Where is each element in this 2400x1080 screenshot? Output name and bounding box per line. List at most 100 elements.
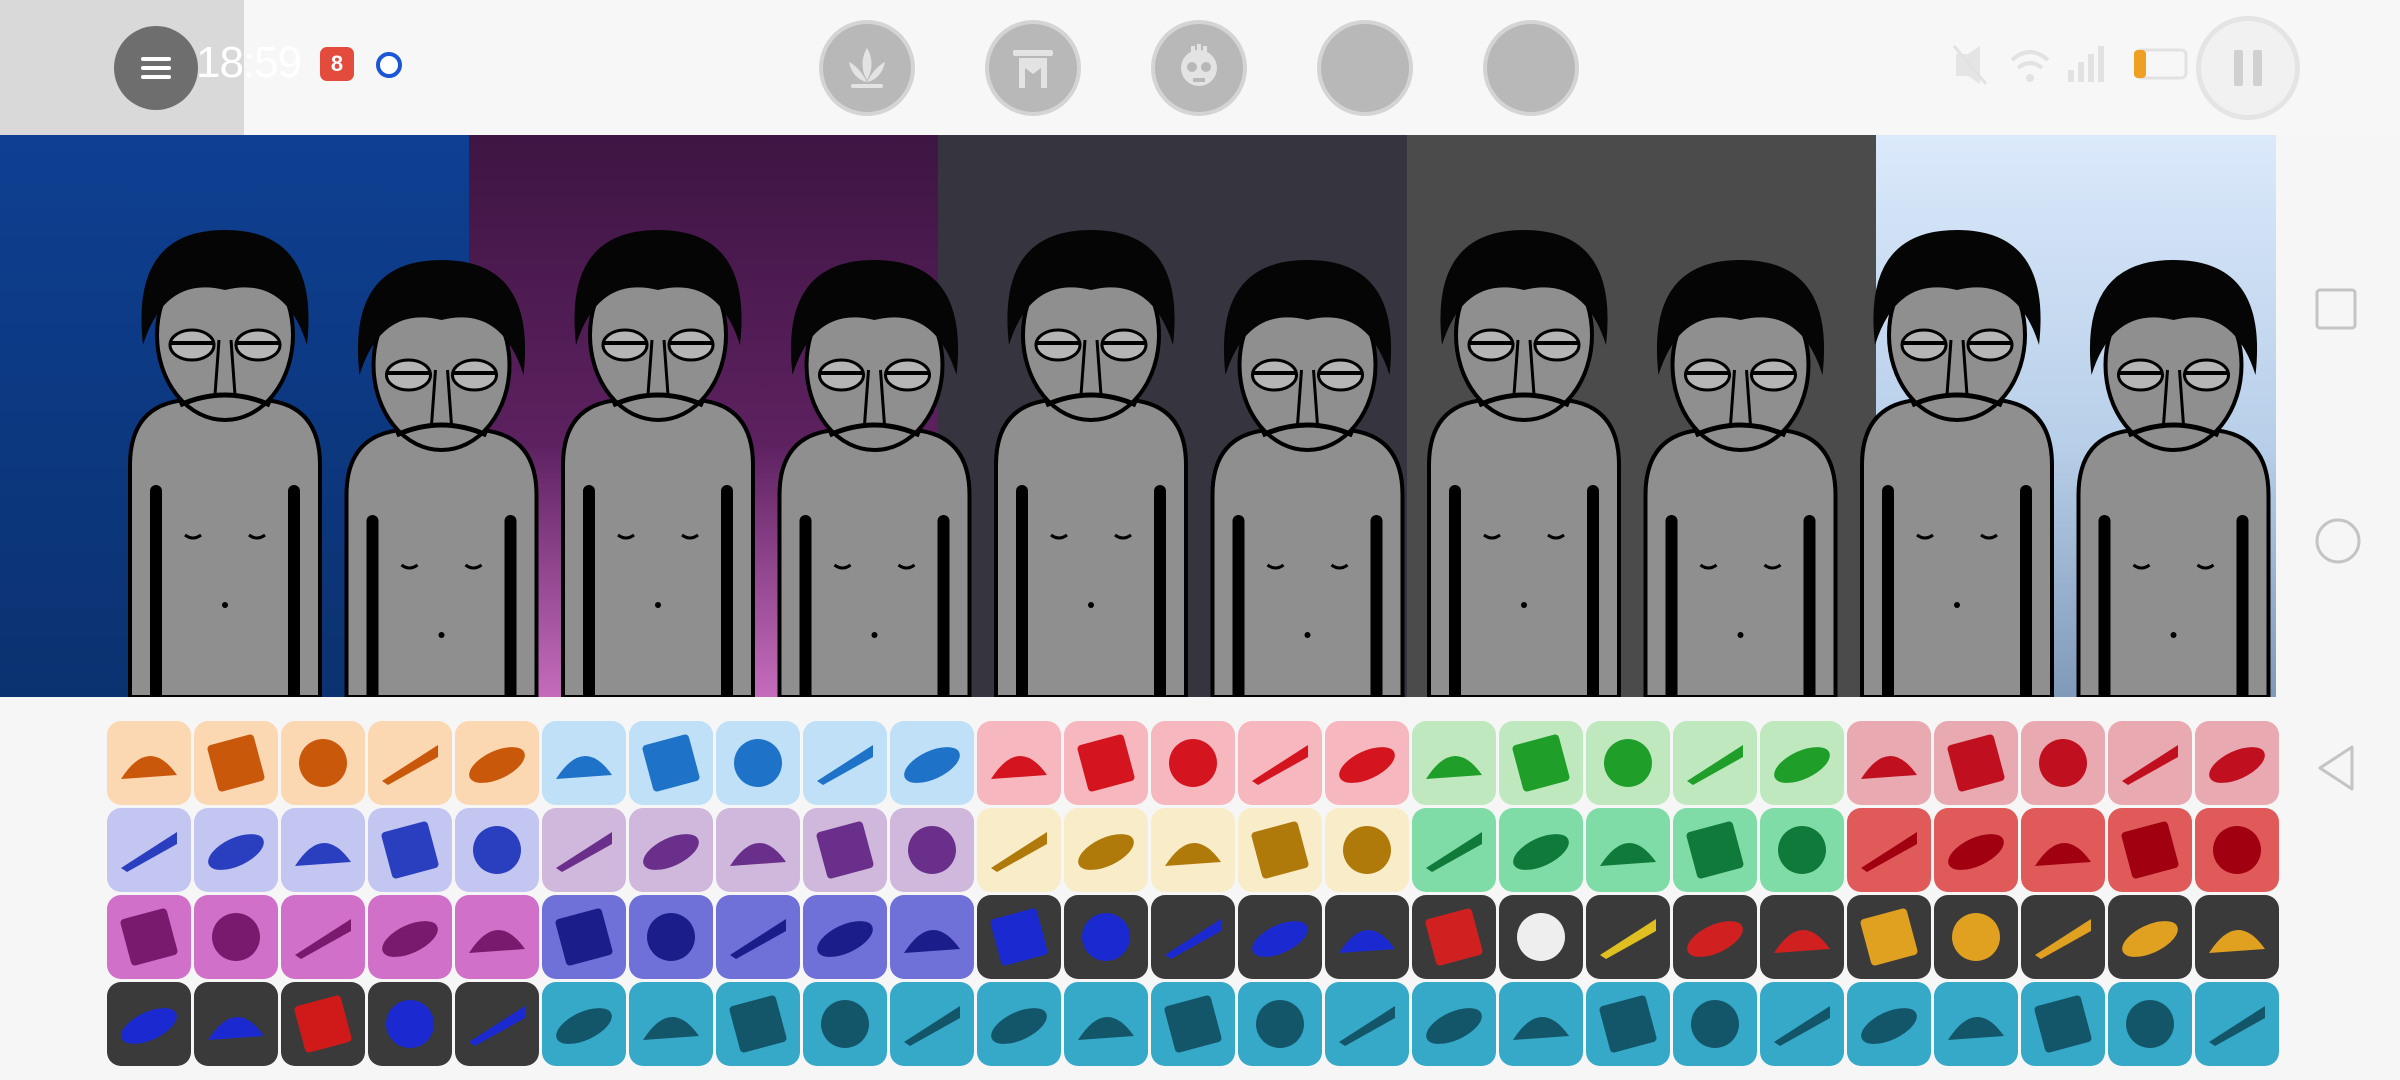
- sound-icon-r4-c22[interactable]: [1934, 982, 2018, 1066]
- sound-icon-r3-c7[interactable]: [629, 895, 713, 979]
- sound-icon-r1-c1[interactable]: [107, 721, 191, 805]
- sound-icon-r1-c8[interactable]: [716, 721, 800, 805]
- sound-icon-r2-c5[interactable]: [455, 808, 539, 892]
- sound-icon-r3-c10[interactable]: [890, 895, 974, 979]
- sound-icon-r2-c18[interactable]: [1586, 808, 1670, 892]
- sound-icon-r4-c14[interactable]: [1238, 982, 1322, 1066]
- sound-icon-r3-c3[interactable]: [281, 895, 365, 979]
- sound-icon-r2-c20[interactable]: [1760, 808, 1844, 892]
- sound-icon-r1-c4[interactable]: [368, 721, 452, 805]
- sound-icon-r3-c24[interactable]: [2108, 895, 2192, 979]
- sound-icon-r2-c6[interactable]: [542, 808, 626, 892]
- sound-icon-r2-c11[interactable]: [977, 808, 1061, 892]
- sound-icon-r4-c12[interactable]: [1064, 982, 1148, 1066]
- temple-mode-button[interactable]: [985, 20, 1081, 116]
- sound-icon-r3-c16[interactable]: [1412, 895, 1496, 979]
- sound-icon-r2-c2[interactable]: [194, 808, 278, 892]
- sound-icon-r3-c2[interactable]: [194, 895, 278, 979]
- sound-icon-r1-c23[interactable]: [2021, 721, 2105, 805]
- sound-icon-r4-c8[interactable]: [716, 982, 800, 1066]
- character-2[interactable]: [344, 260, 539, 697]
- sound-icon-r4-c1[interactable]: [107, 982, 191, 1066]
- sound-icon-r1-c17[interactable]: [1499, 721, 1583, 805]
- sound-icon-r3-c1[interactable]: [107, 895, 191, 979]
- sound-icon-r4-c18[interactable]: [1586, 982, 1670, 1066]
- sound-icon-r2-c3[interactable]: [281, 808, 365, 892]
- sound-icon-r1-c7[interactable]: [629, 721, 713, 805]
- sound-icon-r4-c16[interactable]: [1412, 982, 1496, 1066]
- sound-icon-r4-c5[interactable]: [455, 982, 539, 1066]
- sound-icon-r3-c5[interactable]: [455, 895, 539, 979]
- sound-icon-r1-c3[interactable]: [281, 721, 365, 805]
- sound-icon-r1-c6[interactable]: [542, 721, 626, 805]
- character-1[interactable]: [128, 230, 322, 697]
- sound-icon-r1-c19[interactable]: [1673, 721, 1757, 805]
- sound-icon-r2-c19[interactable]: [1673, 808, 1757, 892]
- sound-icon-r4-c11[interactable]: [977, 982, 1061, 1066]
- menu-button[interactable]: [114, 26, 198, 110]
- sound-icon-r4-c3[interactable]: [281, 982, 365, 1066]
- sound-icon-r2-c25[interactable]: [2195, 808, 2279, 892]
- sound-icon-r1-c12[interactable]: [1064, 721, 1148, 805]
- sound-icon-r3-c22[interactable]: [1934, 895, 2018, 979]
- character-9[interactable]: [1860, 230, 2054, 697]
- sound-icon-r2-c21[interactable]: [1847, 808, 1931, 892]
- sound-icon-r4-c19[interactable]: [1673, 982, 1757, 1066]
- sound-icon-r1-c25[interactable]: [2195, 721, 2279, 805]
- sound-icon-r3-c13[interactable]: [1151, 895, 1235, 979]
- character-6[interactable]: [1210, 260, 1405, 697]
- sound-icon-r1-c14[interactable]: [1238, 721, 1322, 805]
- sound-icon-r1-c21[interactable]: [1847, 721, 1931, 805]
- sound-icon-r2-c22[interactable]: [1934, 808, 2018, 892]
- sound-icon-r1-c13[interactable]: [1151, 721, 1235, 805]
- sound-icon-r4-c7[interactable]: [629, 982, 713, 1066]
- sound-icon-r1-c24[interactable]: [2108, 721, 2192, 805]
- sound-icon-r2-c24[interactable]: [2108, 808, 2192, 892]
- sound-icon-r1-c15[interactable]: [1325, 721, 1409, 805]
- sound-icon-r2-c13[interactable]: [1151, 808, 1235, 892]
- sound-icon-r2-c1[interactable]: [107, 808, 191, 892]
- sound-icon-r1-c10[interactable]: [890, 721, 974, 805]
- sound-icon-r1-c9[interactable]: [803, 721, 887, 805]
- sound-icon-r3-c21[interactable]: [1847, 895, 1931, 979]
- sound-icon-r4-c4[interactable]: [368, 982, 452, 1066]
- sound-icon-r3-c14[interactable]: [1238, 895, 1322, 979]
- sound-icon-r1-c18[interactable]: [1586, 721, 1670, 805]
- character-8[interactable]: [1643, 260, 1838, 697]
- sound-icon-r3-c20[interactable]: [1760, 895, 1844, 979]
- sound-icon-r1-c22[interactable]: [1934, 721, 2018, 805]
- sound-icon-r3-c12[interactable]: [1064, 895, 1148, 979]
- sound-icon-r2-c7[interactable]: [629, 808, 713, 892]
- sound-icon-r2-c16[interactable]: [1412, 808, 1496, 892]
- sound-icon-r2-c15[interactable]: [1325, 808, 1409, 892]
- lotus-mode-button[interactable]: [819, 20, 915, 116]
- mode-button-5[interactable]: [1483, 20, 1579, 116]
- sound-icon-r2-c23[interactable]: [2021, 808, 2105, 892]
- sound-icon-r4-c10[interactable]: [890, 982, 974, 1066]
- sound-icon-r3-c11[interactable]: [977, 895, 1061, 979]
- pause-button[interactable]: [2196, 16, 2300, 120]
- sound-icon-r4-c17[interactable]: [1499, 982, 1583, 1066]
- sound-icon-r4-c20[interactable]: [1760, 982, 1844, 1066]
- home-icon[interactable]: [2314, 517, 2362, 565]
- sound-icon-r4-c9[interactable]: [803, 982, 887, 1066]
- sound-icon-r2-c8[interactable]: [716, 808, 800, 892]
- sound-icon-r2-c14[interactable]: [1238, 808, 1322, 892]
- sound-icon-r1-c5[interactable]: [455, 721, 539, 805]
- sound-icon-r2-c17[interactable]: [1499, 808, 1583, 892]
- sound-icon-r3-c8[interactable]: [716, 895, 800, 979]
- sound-icon-r2-c9[interactable]: [803, 808, 887, 892]
- sound-icon-r4-c24[interactable]: [2108, 982, 2192, 1066]
- sound-icon-r4-c23[interactable]: [2021, 982, 2105, 1066]
- sound-icon-r3-c9[interactable]: [803, 895, 887, 979]
- sound-icon-r2-c12[interactable]: [1064, 808, 1148, 892]
- recent-apps-icon[interactable]: [2314, 287, 2358, 331]
- character-5[interactable]: [994, 230, 1188, 697]
- mode-button-4[interactable]: [1317, 20, 1413, 116]
- sound-icon-r4-c13[interactable]: [1151, 982, 1235, 1066]
- character-4[interactable]: [777, 260, 972, 697]
- character-10[interactable]: [2076, 260, 2271, 697]
- sound-icon-r2-c4[interactable]: [368, 808, 452, 892]
- sound-icon-r3-c23[interactable]: [2021, 895, 2105, 979]
- sound-icon-r4-c15[interactable]: [1325, 982, 1409, 1066]
